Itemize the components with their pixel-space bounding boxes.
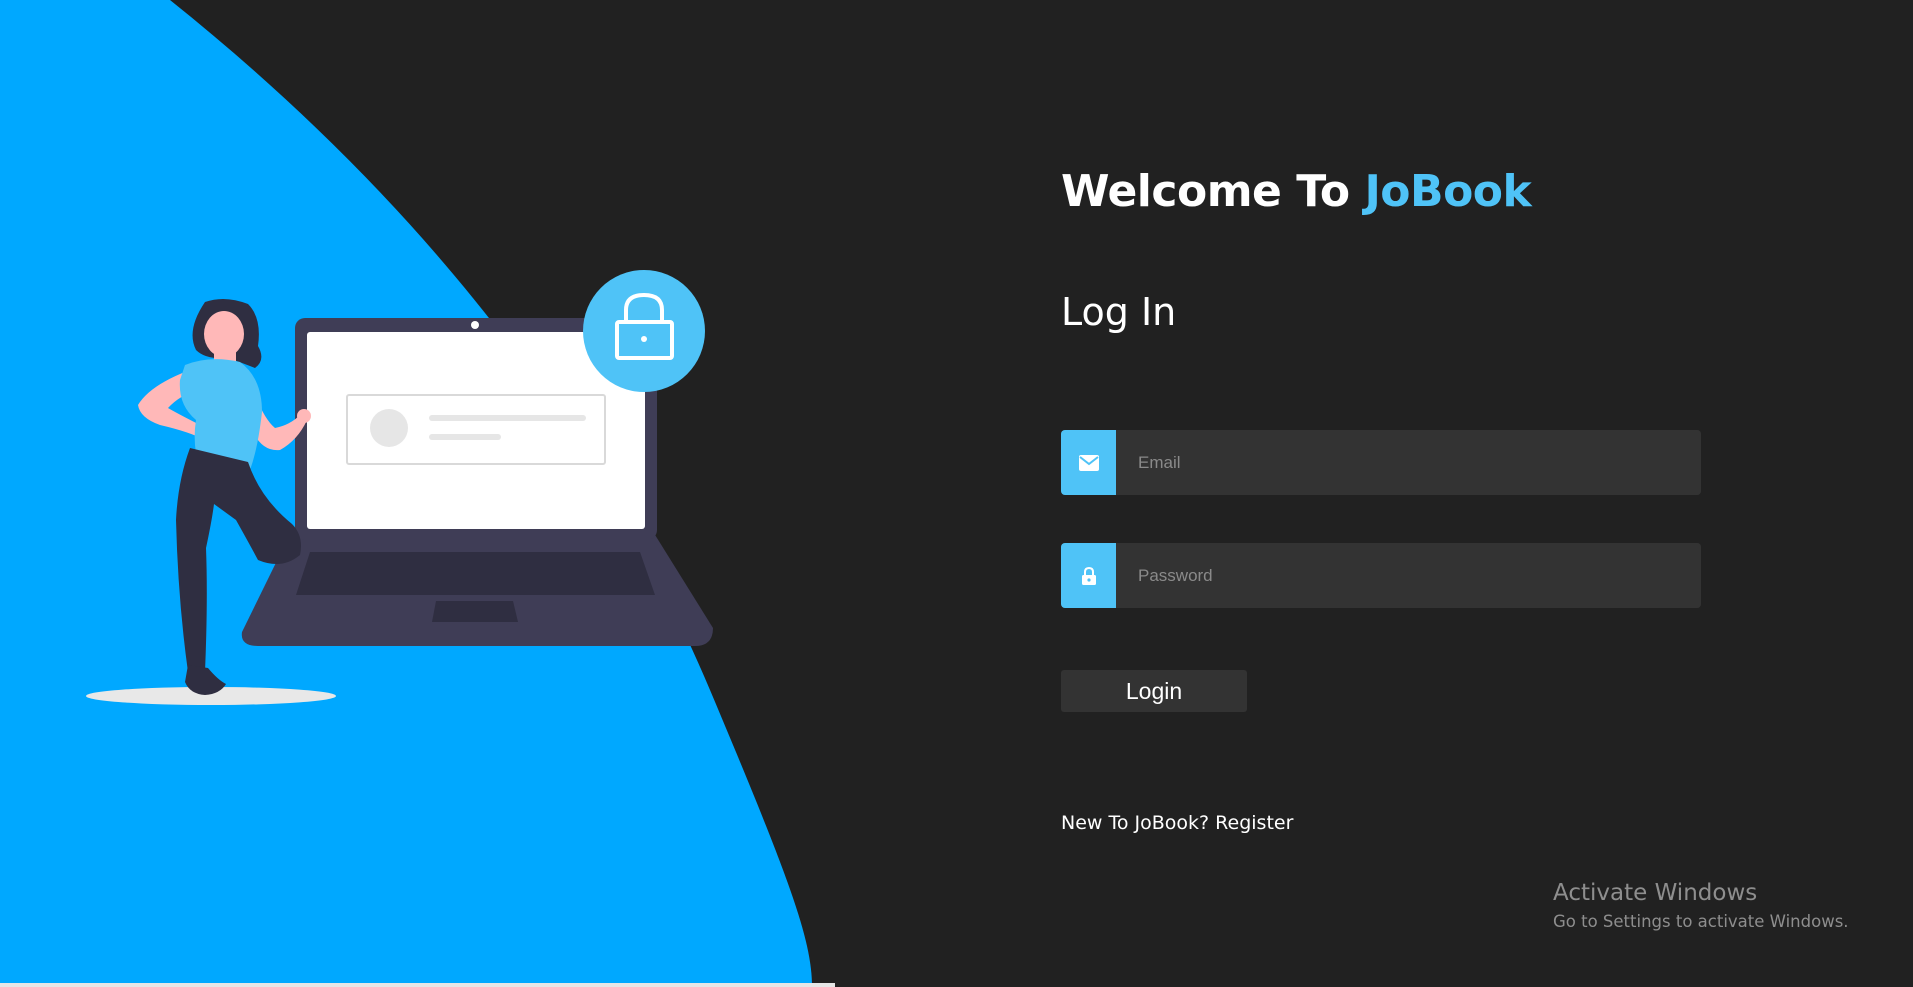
register-link[interactable]: Register <box>1215 812 1293 834</box>
laptop-keyboard <box>296 552 655 595</box>
password-field-group <box>1061 543 1701 608</box>
watermark-title: Activate Windows <box>1553 880 1758 906</box>
login-illustration <box>86 270 714 705</box>
brand-name: JoBook <box>1364 166 1532 217</box>
email-input[interactable] <box>1116 430 1701 495</box>
laptop-touchpad <box>432 601 518 622</box>
login-button[interactable]: Login <box>1061 670 1247 712</box>
welcome-heading: Welcome To JoBook <box>1061 166 1532 217</box>
login-title: Log In <box>1061 290 1177 334</box>
lock-badge <box>583 270 705 392</box>
woman-hand <box>297 409 311 423</box>
screen-card-avatar <box>370 409 408 447</box>
password-input[interactable] <box>1116 543 1701 608</box>
screen-card-line <box>429 415 586 421</box>
laptop-camera <box>471 321 479 329</box>
bottom-edge-divider <box>0 983 835 987</box>
login-page: Welcome To JoBook Log In Login <box>0 0 1913 987</box>
screen-card-line <box>429 434 501 440</box>
email-icon-box <box>1061 430 1116 495</box>
watermark-subtitle: Go to Settings to activate Windows. <box>1553 912 1849 931</box>
mail-icon <box>1078 454 1099 471</box>
welcome-prefix: Welcome To <box>1061 166 1365 217</box>
lock-badge-keyhole <box>641 336 647 342</box>
login-panel: Welcome To JoBook Log In Login <box>1061 0 1761 987</box>
password-icon-box <box>1061 543 1116 608</box>
activate-windows-watermark: Activate Windows Go to Settings to activ… <box>1553 880 1849 931</box>
register-prompt-text: New To JoBook? <box>1061 812 1216 834</box>
lock-icon <box>1081 566 1096 585</box>
register-prompt: New To JoBook? Register <box>1061 812 1293 834</box>
email-field-group <box>1061 430 1701 495</box>
